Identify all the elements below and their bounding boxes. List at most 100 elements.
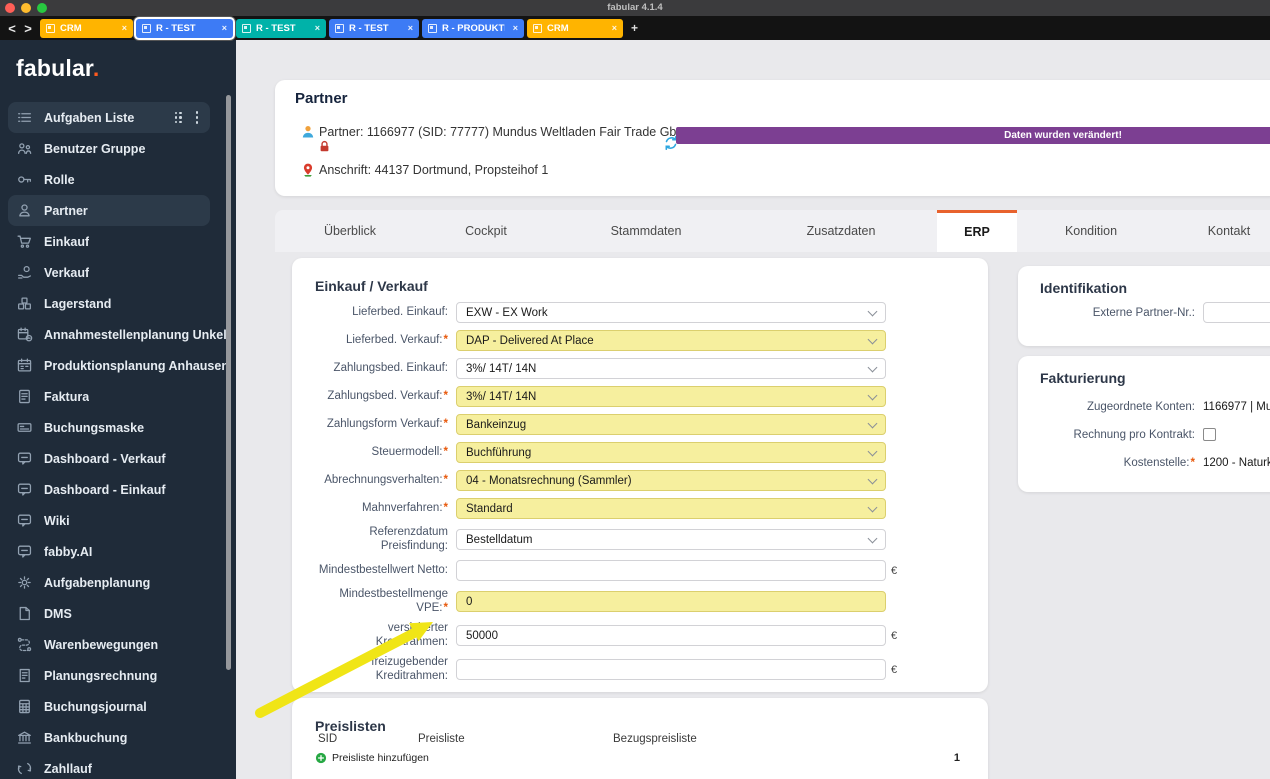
sidebar-item-dashboard-verkauf[interactable]: Dashboard - Verkauf <box>0 443 236 474</box>
column-header-preisliste: Preisliste <box>418 733 465 745</box>
sidebar-item-label: Dashboard - Verkauf <box>44 451 166 466</box>
sidebar-item-wiki[interactable]: Wiki <box>0 505 236 536</box>
currency-suffix: € <box>890 663 898 676</box>
field-abrechnungsverhalten-select[interactable]: 04 - Monatsrechnung (Sammler) <box>456 470 886 491</box>
tab-close-icon[interactable]: × <box>408 23 413 33</box>
field-lieferbed-einkauf-select[interactable]: EXW - EX Work <box>456 302 886 323</box>
tab-close-icon[interactable]: × <box>315 23 320 33</box>
sidebar-item-rolle[interactable]: Rolle <box>0 164 236 195</box>
field-mindestbestellmenge-vpe-input[interactable]: 0 <box>456 591 886 613</box>
gear-icon <box>18 576 31 589</box>
sidebar-nav: Aufgaben Liste Benutzer Gruppe Rolle Partne… <box>0 102 236 779</box>
erp-form-rows: Lieferbed. Einkauf: EXW - EX Work Lieferbe… <box>302 302 902 691</box>
browser-tab-r-test-1[interactable]: R - TEST × <box>136 18 233 38</box>
field-value: 1166977 | Mundus <box>1203 400 1270 413</box>
field-versicherter-kreditrahmen-input[interactable]: 50000 <box>456 625 886 647</box>
field-label: Mahnverfahren:* <box>361 501 448 514</box>
add-preisliste-link[interactable]: Preisliste hinzufügen <box>315 752 429 764</box>
sidebar-item-buchungsjournal[interactable]: Buchungsjournal <box>0 691 236 722</box>
sidebar-item-buchungsmaske[interactable]: Buchungsmaske <box>0 412 236 443</box>
field-freizugebender-kreditrahmen-input[interactable] <box>456 659 886 681</box>
sidebar-item-benutzer-gruppe[interactable]: Benutzer Gruppe <box>0 133 236 164</box>
field-zahlungsbed-einkauf-select[interactable]: 3%/ 14T/ 14N <box>456 358 886 379</box>
sidebar-item-label: Zahllauf <box>44 761 92 776</box>
fakturierung-rows: Zugeordnete Konten: 1166977 | Mundus Rechn… <box>1026 396 1270 480</box>
sidebar-item-planungsrechnung[interactable]: Planungsrechnung <box>0 660 236 691</box>
field-referenzdatum-preisfindung-select[interactable]: Bestelldatum <box>456 529 886 551</box>
tab-stammdaten[interactable]: Stammdaten <box>611 210 682 252</box>
field-lieferbed-verkauf-select[interactable]: DAP - Delivered At Place <box>456 330 886 351</box>
browser-tab-r-test-3[interactable]: R - TEST × <box>329 18 419 38</box>
browser-tabs: CRM × R - TEST × R - TEST × R - TEST × R - PRODU… <box>40 18 623 38</box>
sidebar-item-verkauf[interactable]: Verkauf <box>0 257 236 288</box>
form-icon <box>17 423 32 432</box>
form-row-referenzdatum-preisfindung: Referenzdatum Preisfindung: Bestelldatum <box>302 526 902 553</box>
field-zahlungsbed-verkauf-select[interactable]: 3%/ 14T/ 14N <box>456 386 886 407</box>
sidebar-item-bankbuchung[interactable]: Bankbuchung <box>0 722 236 753</box>
sidebar-item-zahllauf[interactable]: Zahllauf <box>0 753 236 779</box>
invoice-icon <box>19 389 30 404</box>
sidebar-item-dms[interactable]: DMS <box>0 598 236 629</box>
field-mahnverfahren-select[interactable]: Standard <box>456 498 886 519</box>
stock-icon <box>18 297 31 310</box>
kebab-menu-icon[interactable] <box>195 111 198 124</box>
tab-favicon <box>242 23 251 33</box>
sidebar-item-einkauf[interactable]: Einkauf <box>0 226 236 257</box>
field-zahlungsform-verkauf-select[interactable]: Bankeinzug <box>456 414 886 435</box>
currency-suffix: € <box>890 629 898 642</box>
field-steuermodell-select[interactable]: Buchführung <box>456 442 886 463</box>
tab-uberblick[interactable]: Überblick <box>324 210 376 252</box>
browser-tab-crm-0[interactable]: CRM × <box>40 18 133 38</box>
sidebar-item-faktura[interactable]: Faktura <box>0 381 236 412</box>
sidebar-item-label: Benutzer Gruppe <box>44 141 146 156</box>
field-mindestbestellwert-netto-input[interactable] <box>456 560 886 582</box>
externe-partner-nr-row: Externe Partner-Nr.: <box>1026 302 1270 323</box>
rechnung-pro-kontrakt-checkbox[interactable] <box>1203 428 1216 441</box>
sidebar-item-label: Produktionsplanung Anhausen <box>44 358 229 373</box>
required-marker: * <box>443 333 448 346</box>
sidebar-item-warenbewegungen[interactable]: Warenbewegungen <box>0 629 236 660</box>
sidebar-item-label: Faktura <box>44 389 90 404</box>
sidebar-item-label: DMS <box>44 606 72 621</box>
field-value: Bestelldatum <box>466 533 533 546</box>
sell-icon <box>18 266 31 279</box>
browser-tab-r-test-2[interactable]: R - TEST × <box>236 18 326 38</box>
tab-close-icon[interactable]: × <box>513 23 518 33</box>
browser-tab-crm-5[interactable]: CRM × <box>527 18 623 38</box>
sidebar-item-label: Buchungsjournal <box>44 699 147 714</box>
tab-kontakt[interactable]: Kontakt <box>1208 210 1250 252</box>
tab-close-icon[interactable]: × <box>122 23 127 33</box>
tab-kondition[interactable]: Kondition <box>1065 210 1117 252</box>
tab-close-icon[interactable]: × <box>612 23 617 33</box>
drag-handle-icon[interactable] <box>174 111 182 124</box>
field-label: Mindestbestellwert Netto: <box>318 563 448 576</box>
field-label: Abrechnungsverhalten:* <box>324 473 448 486</box>
lock-icon[interactable] <box>318 140 331 154</box>
required-marker: * <box>443 445 448 458</box>
sidebar-item-produktionsplanung-anhausen[interactable]: Produktionsplanung Anhausen <box>0 350 236 381</box>
sidebar-item-aufgaben-liste[interactable]: Aufgaben Liste <box>8 102 210 133</box>
tab-close-icon[interactable]: × <box>222 23 227 33</box>
sidebar-item-dashboard-einkauf[interactable]: Dashboard - Einkauf <box>0 474 236 505</box>
field-label: Zugeordnete Konten: <box>1086 400 1195 413</box>
new-tab-button[interactable]: + <box>631 21 638 35</box>
sidebar-item-label: fabby.AI <box>44 544 93 559</box>
back-button[interactable]: < <box>4 21 20 36</box>
forward-button[interactable]: > <box>20 21 36 36</box>
sidebar-item-aufgabenplanung[interactable]: Aufgabenplanung <box>0 567 236 598</box>
sidebar: fabular. Aufgaben Liste Benutzer Gruppe Ro… <box>0 40 236 779</box>
tab-zusatzdaten[interactable]: Zusatzdaten <box>807 210 876 252</box>
browser-tab-r-produktiv-4[interactable]: R - PRODUKTIV × <box>422 18 524 38</box>
field-label: versicherter Kreditrahmen: <box>375 622 448 648</box>
sidebar-item-partner[interactable]: Partner <box>8 195 210 226</box>
sidebar-item-fabby-ai[interactable]: fabby.AI <box>0 536 236 567</box>
sidebar-item-lagerstand[interactable]: Lagerstand <box>0 288 236 319</box>
tab-label: R - TEST <box>349 22 389 34</box>
externe-partner-nr-input[interactable] <box>1203 302 1270 323</box>
chat-icon <box>17 514 32 527</box>
sidebar-scrollbar[interactable] <box>226 95 231 670</box>
sidebar-item-annahmestellenplanung-unkel[interactable]: Annahmestellenplanung Unkel <box>0 319 236 350</box>
tab-erp[interactable]: ERP <box>937 210 1017 252</box>
section-title: Preislisten <box>315 718 386 734</box>
tab-cockpit[interactable]: Cockpit <box>465 210 507 252</box>
